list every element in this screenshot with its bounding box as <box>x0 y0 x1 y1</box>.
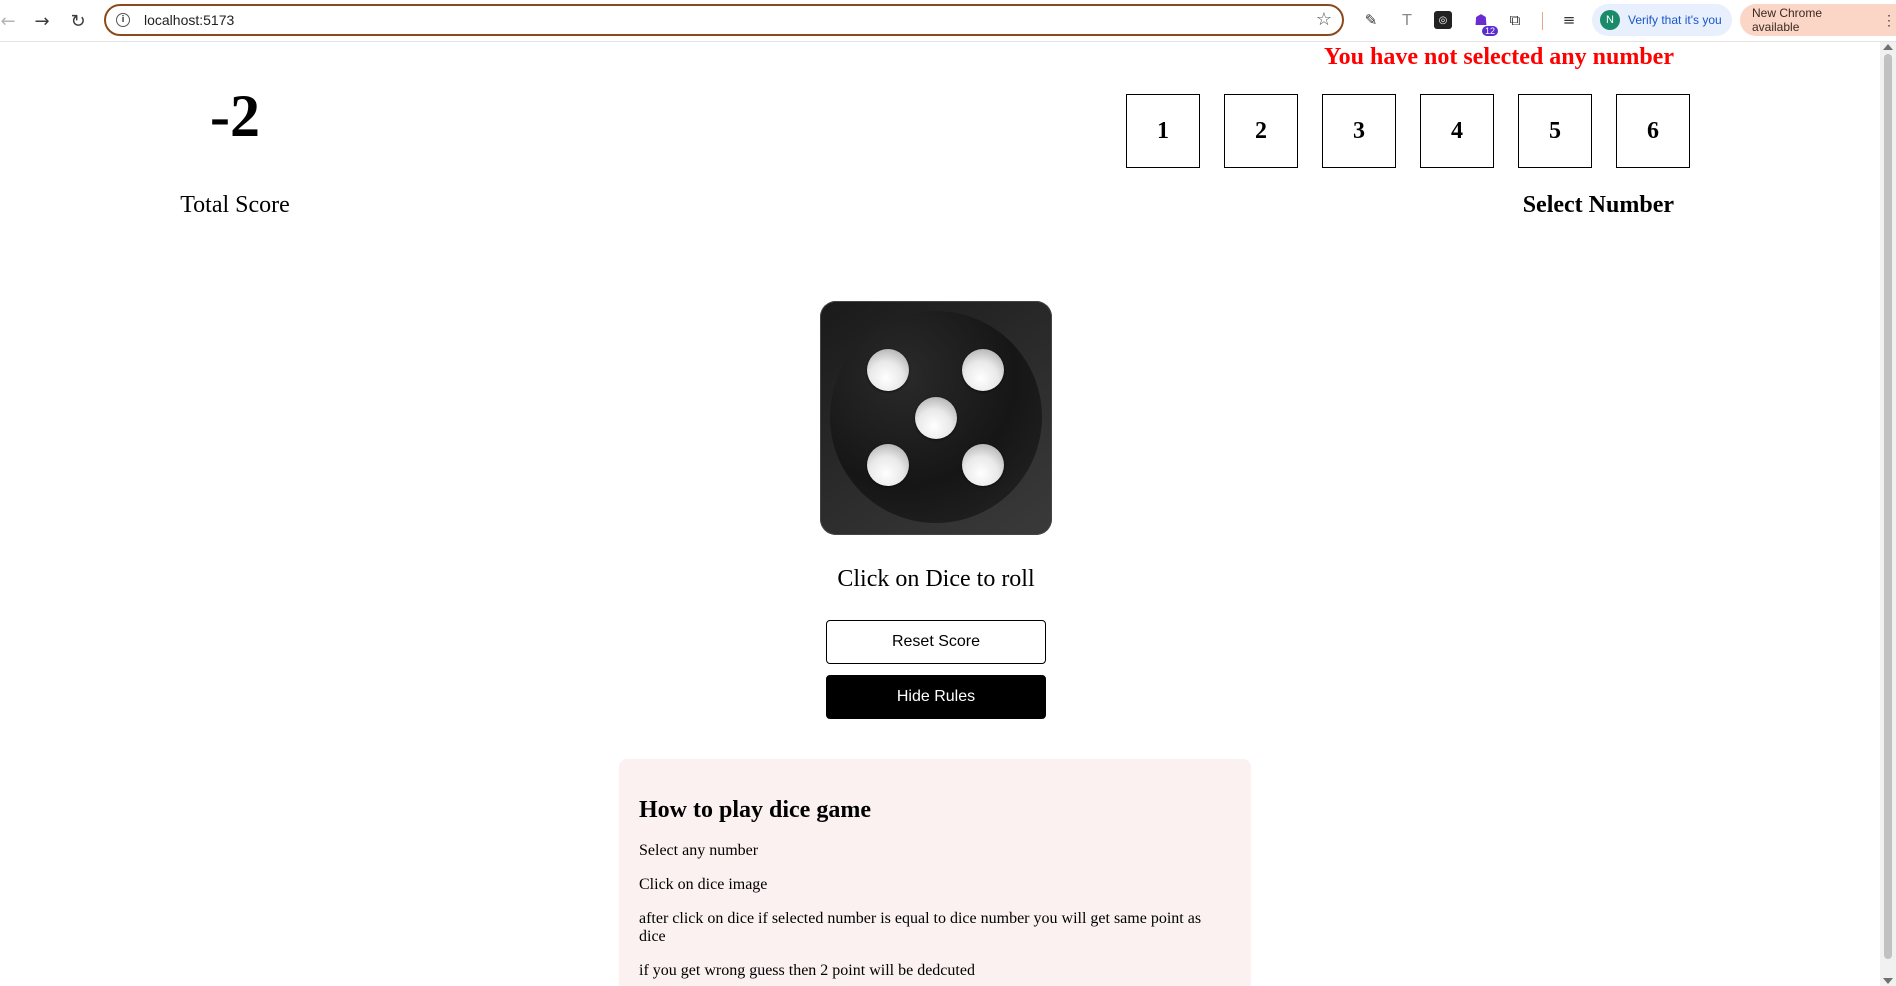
text-extension-icon[interactable]: T <box>1396 9 1418 31</box>
openai-extension-icon[interactable]: ◎ <box>1434 11 1452 29</box>
scroll-up-arrow-icon[interactable] <box>1883 44 1893 50</box>
update-text: New Chrome available <box>1752 6 1823 34</box>
select-number-label: Select Number <box>1522 192 1674 218</box>
dice-pip <box>867 444 909 486</box>
scrollbar-thumb[interactable] <box>1884 54 1892 959</box>
number-box-5[interactable]: 5 <box>1518 94 1592 168</box>
extensions-puzzle-icon[interactable]: ⧉ <box>1504 9 1526 31</box>
forward-arrow-icon[interactable]: → <box>28 7 56 35</box>
rule-item: after click on dice if selected number i… <box>639 910 1202 945</box>
rules-panel: How to play dice game Select any number … <box>619 759 1251 986</box>
address-bar[interactable]: i localhost:5173 ☆ <box>104 4 1344 36</box>
reset-score-button[interactable]: Reset Score <box>826 620 1046 664</box>
bookmark-star-icon[interactable]: ☆ <box>1316 9 1332 30</box>
address-url: localhost:5173 <box>144 12 235 28</box>
total-score-value: -2 <box>210 83 260 149</box>
browser-toolbar: ← → ↻ i localhost:5173 ☆ ✎ T ◎ ☗ 12 ⧉ ≡ N… <box>0 0 1896 42</box>
selection-error-message: You have not selected any number <box>1323 44 1674 70</box>
dice-pip <box>867 349 909 391</box>
site-info-icon[interactable]: i <box>116 13 130 27</box>
reload-icon[interactable]: ↻ <box>64 7 92 35</box>
number-box-2[interactable]: 2 <box>1224 94 1298 168</box>
toolbar-divider <box>1542 12 1543 30</box>
roll-hint-text: Click on Dice to roll <box>837 566 1035 592</box>
verify-text: Verify that it's you <box>1628 13 1722 27</box>
rule-item: Click on dice image <box>639 876 768 893</box>
number-box-3[interactable]: 3 <box>1322 94 1396 168</box>
rule-item: if you get wrong guess then 2 point will… <box>639 962 975 979</box>
graduation-cap-extension-icon[interactable]: ☗ 12 <box>1470 9 1498 36</box>
dice-pip <box>915 397 957 439</box>
rules-title: How to play dice game <box>639 797 871 823</box>
rule-item: Select any number <box>639 842 759 859</box>
profile-avatar: N <box>1600 10 1620 30</box>
verify-identity-button[interactable]: N Verify that it's you <box>1592 4 1732 36</box>
number-box-6[interactable]: 6 <box>1616 94 1690 168</box>
number-box-1[interactable]: 1 <box>1126 94 1200 168</box>
scroll-down-arrow-icon[interactable] <box>1883 978 1893 984</box>
total-score-label: Total Score <box>180 192 290 218</box>
reading-list-icon[interactable]: ≡ <box>1558 9 1580 31</box>
number-box-4[interactable]: 4 <box>1420 94 1494 168</box>
dice-game-page: -2 Total Score You have not selected any… <box>0 42 1880 986</box>
back-arrow-icon[interactable]: ← <box>0 7 22 35</box>
menu-dots-icon[interactable]: ⋮ <box>1882 12 1896 29</box>
dice-pip <box>962 349 1004 391</box>
dice-image[interactable] <box>820 301 1052 535</box>
extension-badge-count: 12 <box>1481 26 1498 36</box>
page-scrollbar[interactable] <box>1880 42 1896 986</box>
dice-pip <box>962 444 1004 486</box>
chrome-update-button[interactable]: New Chrome available ⋮ <box>1740 4 1896 36</box>
toggle-rules-button[interactable]: Hide Rules <box>826 675 1046 719</box>
eyedropper-extension-icon[interactable]: ✎ <box>1360 9 1382 31</box>
